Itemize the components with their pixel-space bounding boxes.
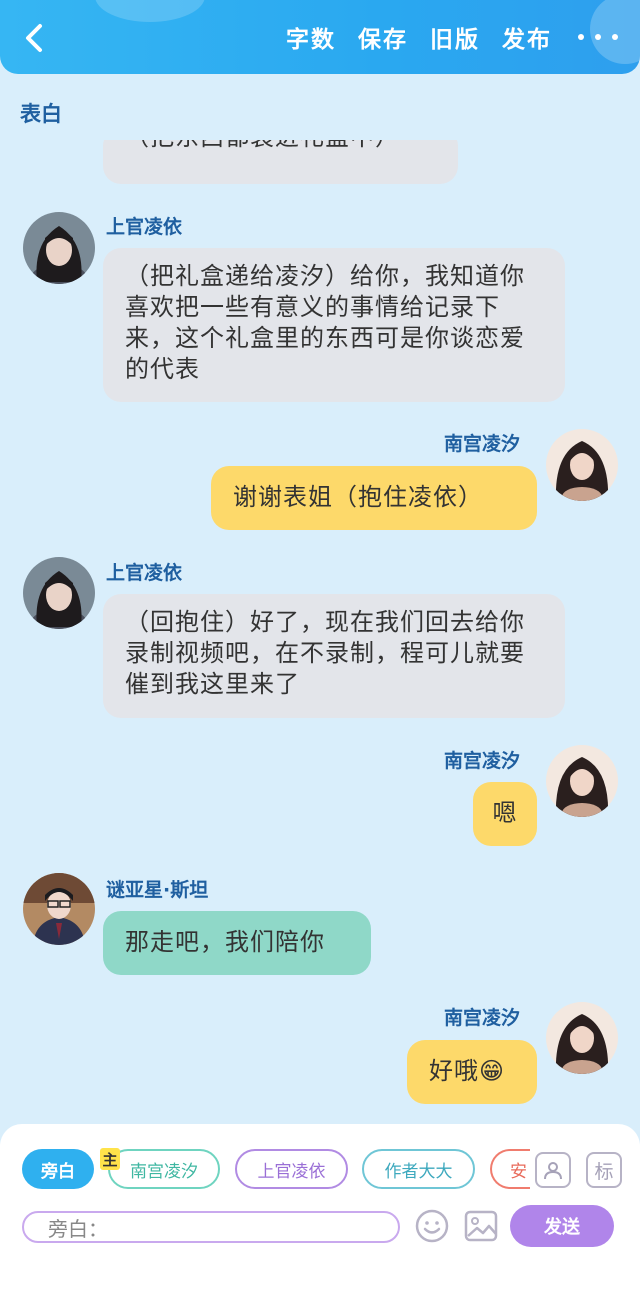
tag-button[interactable]: 标 xyxy=(586,1152,622,1188)
message-text: 那走吧，我们陪你 xyxy=(125,928,325,956)
message-text: 嗯 xyxy=(492,799,518,827)
sender-name: 上官凌依 xyxy=(106,216,183,238)
message-bubble[interactable]: 那走吧，我们陪你 xyxy=(103,911,371,975)
message-bubble[interactable]: （把东西都装进礼盒中） xyxy=(103,140,458,184)
sender-name: 南宫凌汐 xyxy=(444,1007,521,1029)
sender-name: 上官凌依 xyxy=(106,562,183,584)
image-icon xyxy=(464,1210,498,1242)
role-chip-author[interactable]: 作者大大 xyxy=(362,1149,475,1189)
emoji-icon xyxy=(415,1209,449,1243)
avatar-nangong-lingxi[interactable] xyxy=(546,1002,618,1074)
decorative-bubble xyxy=(95,0,205,22)
role-chip-more[interactable]: 安 xyxy=(490,1149,530,1189)
sender-name: 南宫凌汐 xyxy=(444,750,521,772)
section-title: 表白 xyxy=(20,102,62,126)
message-bubble[interactable]: （回抱住）好了，现在我们回去给你录制视频吧，在不录制，程可儿就要催到我这里来了 xyxy=(103,594,565,718)
word-count-button[interactable]: 字数 xyxy=(286,20,336,54)
avatar-shangguan-lingyi[interactable] xyxy=(23,557,95,629)
back-button[interactable] xyxy=(14,18,54,58)
character-card-button[interactable] xyxy=(535,1152,571,1188)
role-chip-nangong-lingxi[interactable]: 南宫凌汐 xyxy=(108,1149,220,1189)
tag-button-label: 标 xyxy=(594,1160,614,1183)
back-arrow-icon xyxy=(26,24,42,52)
old-version-button[interactable]: 旧版 xyxy=(430,20,480,54)
avatar-nangong-lingxi[interactable] xyxy=(546,745,618,817)
message-text: （把东西都装进礼盒中） xyxy=(125,140,436,153)
save-button[interactable]: 保存 xyxy=(358,20,408,54)
top-bar: 字数 保存 旧版 发布 xyxy=(0,0,640,74)
message-text: （把礼盒递给凌汐）给你，我知道你喜欢把一些有意义的事情给记录下来，这个礼盒里的东… xyxy=(125,262,525,383)
message-input-box[interactable]: 旁白： xyxy=(22,1211,400,1243)
publish-button[interactable]: 发布 xyxy=(502,20,552,54)
sender-name: 谜亚星·斯坦 xyxy=(106,879,209,901)
message-bubble[interactable]: 好哦😁 xyxy=(407,1040,537,1104)
input-role-prefix: 旁白： xyxy=(48,1216,108,1241)
chat-area[interactable]: （把东西都装进礼盒中） 上官凌依 （把礼盒递给凌汐）给你，我知道你喜欢把一些有意… xyxy=(0,140,640,1120)
sender-name: 南宫凌汐 xyxy=(444,433,521,455)
avatar-shangguan-lingyi[interactable] xyxy=(23,212,95,284)
message-text: 好哦😁 xyxy=(429,1057,506,1085)
person-card-icon xyxy=(544,1162,562,1180)
message-text: 谢谢表姐（抱住凌依） xyxy=(233,483,483,511)
role-chip-shangguan-lingyi[interactable]: 上官凌依 xyxy=(235,1149,348,1189)
emoji-button[interactable] xyxy=(414,1208,450,1244)
avatar-nangong-lingxi[interactable] xyxy=(546,429,618,501)
role-chip-narration[interactable]: 旁白 xyxy=(22,1149,94,1189)
main-character-badge: 主 xyxy=(100,1148,120,1170)
send-button[interactable]: 发送 xyxy=(510,1205,614,1247)
image-button[interactable] xyxy=(463,1208,499,1244)
message-bubble[interactable]: 谢谢表姐（抱住凌依） xyxy=(211,466,537,530)
message-bubble[interactable]: 嗯 xyxy=(473,782,537,846)
top-actions: 字数 保存 旧版 发布 xyxy=(264,0,640,74)
more-icon[interactable] xyxy=(578,27,618,47)
message-bubble[interactable]: （把礼盒递给凌汐）给你，我知道你喜欢把一些有意义的事情给记录下来，这个礼盒里的东… xyxy=(103,248,565,402)
message-text: （回抱住）好了，现在我们回去给你录制视频吧，在不录制，程可儿就要催到我这里来了 xyxy=(125,608,525,698)
message-input[interactable] xyxy=(112,1214,398,1240)
avatar-miyaxing-sitan[interactable] xyxy=(23,873,95,945)
